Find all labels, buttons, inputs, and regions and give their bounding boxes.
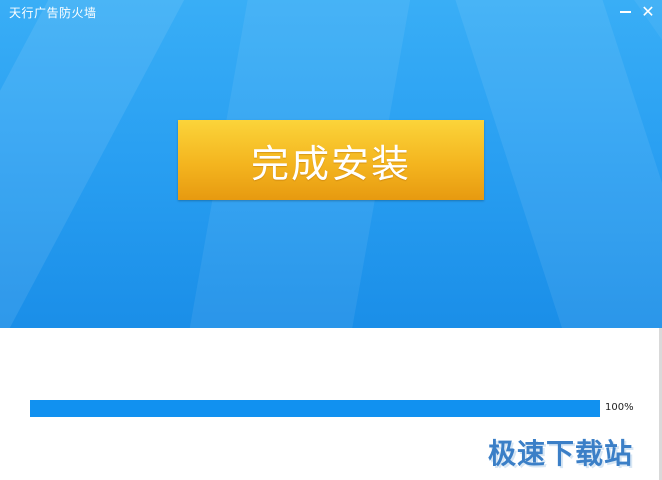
close-icon: ✕ (641, 1, 655, 21)
install-progress-bar (30, 400, 600, 417)
install-progress-fill (30, 400, 600, 417)
site-watermark: 极速下载站 (488, 437, 634, 470)
install-progress-percent: 100% (605, 402, 634, 413)
installer-window: 天行广告防火墙 ✕ 完成安装 100% 极速下载站 极速下载站 (0, 0, 662, 480)
close-button[interactable]: ✕ (637, 0, 659, 22)
finish-install-label: 完成安装 (250, 141, 411, 186)
header-banner: 天行广告防火墙 ✕ 完成安装 (0, 0, 662, 328)
window-title: 天行广告防火墙 (9, 6, 97, 20)
finish-install-button[interactable]: 完成安装 (178, 120, 484, 200)
minimize-button[interactable] (614, 0, 636, 22)
minimize-icon (619, 11, 631, 13)
